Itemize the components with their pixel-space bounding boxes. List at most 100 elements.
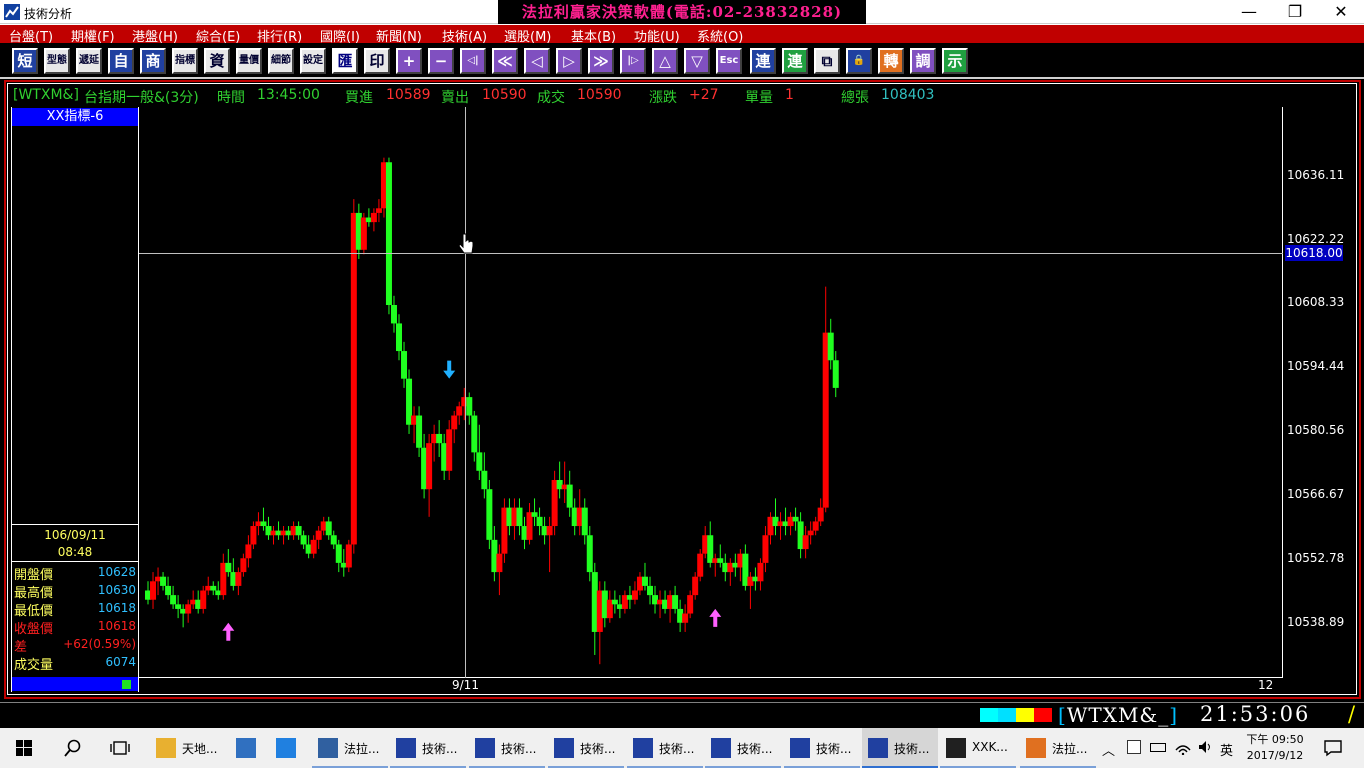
indicator-label[interactable]: XX指標-6 — [12, 108, 138, 126]
scroll-thumb[interactable] — [122, 680, 131, 689]
zoom-out-button[interactable]: − — [428, 48, 454, 74]
settings-button[interactable]: 設定 — [300, 48, 326, 74]
clock-date[interactable]: 2017/9/12 — [1240, 749, 1310, 762]
ie-icon — [276, 738, 296, 758]
panel-date: 106/09/11 — [44, 528, 106, 542]
fast-forward-button[interactable]: ≫ — [588, 48, 614, 74]
x-label-day: 12 — [1258, 678, 1274, 692]
taskbar-app[interactable]: 技術... — [548, 728, 624, 768]
self-button[interactable]: 自 — [108, 48, 134, 74]
zoom-in-button[interactable]: + — [396, 48, 422, 74]
adjust-button[interactable]: 調 — [910, 48, 936, 74]
chart-icon — [396, 738, 416, 758]
convert-button[interactable]: 轉 — [878, 48, 904, 74]
short-button[interactable]: 短 — [12, 48, 38, 74]
detail-button[interactable]: 細節 — [268, 48, 294, 74]
app-icon — [318, 738, 338, 758]
quote-ask-label: 賣出 — [441, 90, 469, 106]
wifi-icon[interactable] — [1175, 739, 1191, 755]
quote-vol: 1 — [785, 87, 794, 103]
print-button[interactable]: 印 — [364, 48, 390, 74]
app-icon — [4, 4, 20, 20]
info-button[interactable]: 資 — [204, 48, 230, 74]
pattern-button[interactable]: 型態 — [44, 48, 70, 74]
link-a-button[interactable]: 連 — [750, 48, 776, 74]
taskbar-app-label: 技術... — [816, 742, 852, 756]
volume-price-button[interactable]: 量價 — [236, 48, 262, 74]
taskbar-app[interactable]: 技術... — [705, 728, 781, 768]
ohlc-value: 10618 — [97, 619, 136, 633]
clock-time[interactable]: 下午 09:50 — [1240, 731, 1310, 747]
windows-icon — [16, 740, 32, 756]
taskbar-app[interactable]: 技術... — [784, 728, 860, 768]
window-title: 技術分析 — [24, 7, 73, 21]
taskbar-app[interactable]: 天地... — [150, 728, 228, 768]
first-button[interactable]: ◁| — [460, 48, 486, 74]
taskbar-app-label: 技術... — [737, 742, 773, 756]
product-button[interactable]: 商 — [140, 48, 166, 74]
search-button[interactable] — [48, 728, 96, 768]
esc-button[interactable]: Esc — [716, 48, 742, 74]
app-banner: 法拉利贏家決策軟體(電話:02-23832828) — [498, 0, 866, 24]
down-button[interactable]: ▽ — [684, 48, 710, 74]
task-view-button[interactable] — [96, 728, 144, 768]
defender-icon[interactable] — [1127, 740, 1141, 754]
taskbar-app[interactable] — [230, 728, 270, 768]
back-button[interactable]: ◁ — [524, 48, 550, 74]
quote-vol-label: 單量 — [745, 90, 773, 106]
fast-back-button[interactable]: ≪ — [492, 48, 518, 74]
taskbar-app[interactable]: 技術... — [627, 728, 703, 768]
chart-icon — [554, 738, 574, 758]
last-button[interactable]: |▷ — [620, 48, 646, 74]
ime-indicator[interactable]: 英 — [1220, 740, 1233, 759]
ohlc-value: 10630 — [97, 583, 136, 597]
y-tick-label: 10566.67 — [1287, 487, 1345, 502]
taskbar-app[interactable]: 法拉... — [1020, 728, 1096, 768]
buy-signal-arrow-icon — [222, 622, 235, 641]
taskbar-app[interactable]: XXK... — [940, 728, 1016, 768]
taskbar-app[interactable] — [270, 728, 310, 768]
panel-datetime: 106/09/11 08:48 — [12, 524, 138, 562]
ohlc-value: 6074 — [105, 655, 136, 669]
taskbar-app[interactable]: 技術... — [390, 728, 466, 768]
quote-change: +27 — [689, 87, 719, 103]
panel-time: 08:48 — [57, 545, 93, 559]
up-button[interactable]: △ — [652, 48, 678, 74]
notification-icon[interactable] — [1324, 739, 1342, 757]
taskbar-app[interactable]: 技術... — [862, 728, 938, 768]
show-button[interactable]: 示 — [942, 48, 968, 74]
delay-button[interactable]: 遞延 — [76, 48, 102, 74]
crosshair-horizontal — [139, 253, 1283, 254]
forward-button[interactable]: ▷ — [556, 48, 582, 74]
quote-change-label: 漲跌 — [649, 90, 677, 106]
lock-button[interactable]: 🔒 — [846, 48, 872, 74]
crosshair-vertical — [465, 107, 466, 678]
link-b-button[interactable]: 連 — [782, 48, 808, 74]
start-button[interactable] — [0, 728, 48, 768]
ohlc-value: +62(0.59%) — [63, 637, 136, 651]
menu-bar: 台盤(T) 期權(F) 港盤(H) 綜合(E) 排行(R) 國際(I) 新聞(N) 技術(A)… — [0, 24, 1364, 45]
status-color-swatch — [1016, 708, 1034, 722]
minimize-button[interactable]: — — [1226, 0, 1272, 24]
chevron-up-icon[interactable]: ︿ — [1102, 740, 1115, 759]
indicator-button[interactable]: 指標 — [172, 48, 198, 74]
taskbar-app-label: 技術... — [580, 742, 616, 756]
export-button[interactable]: 匯 — [332, 48, 358, 74]
ohlc-label: 成交量 — [14, 658, 54, 673]
ohlc-row: 開盤價 10628 — [14, 563, 136, 583]
taskbar-app-label: XXK... — [972, 740, 1008, 754]
taskbar-app[interactable]: 技術... — [469, 728, 545, 768]
window-button[interactable]: ⧉ — [814, 48, 840, 74]
mouse-cursor-icon — [458, 233, 474, 254]
maximize-button[interactable]: ❐ — [1272, 0, 1318, 24]
candle — [727, 558, 734, 586]
taskbar-app-label: 法拉... — [1052, 742, 1088, 756]
scroll-bar[interactable] — [12, 677, 138, 691]
volume-icon[interactable] — [1197, 739, 1213, 755]
close-button[interactable]: ✕ — [1318, 0, 1364, 24]
candle — [385, 157, 392, 315]
taskbar-app[interactable]: 法拉... — [312, 728, 388, 768]
battery-icon[interactable] — [1150, 743, 1166, 752]
candlestick-chart[interactable] — [139, 107, 1283, 678]
app-icon — [1026, 738, 1046, 758]
